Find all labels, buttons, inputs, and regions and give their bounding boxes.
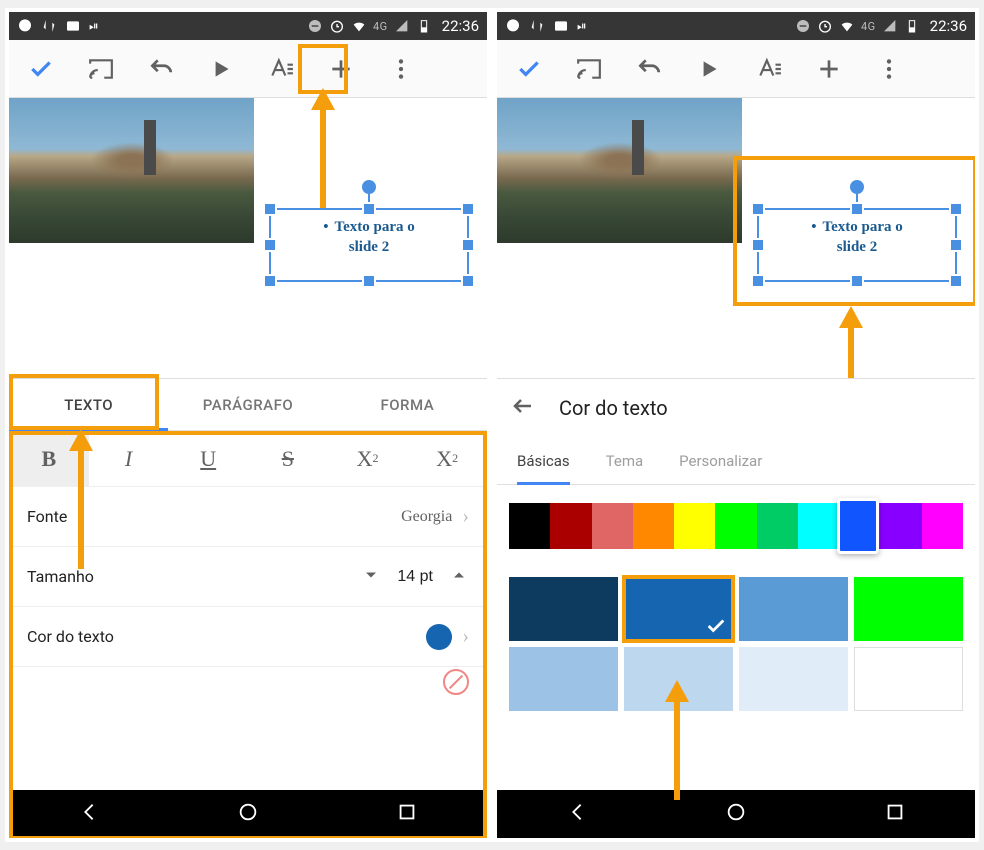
annotation-arrow	[311, 88, 335, 208]
color-swatch[interactable]	[739, 577, 848, 641]
text-format-button[interactable]	[751, 51, 787, 87]
slide-canvas[interactable]: •Texto para o slide 2	[497, 98, 975, 378]
tab-personalizar[interactable]: Personalizar	[679, 437, 762, 484]
confirm-button[interactable]	[23, 51, 59, 87]
strip-marker[interactable]	[837, 498, 879, 554]
system-navbar	[497, 790, 975, 838]
selected-textbox[interactable]: •Texto para o slide 2	[269, 208, 469, 282]
color-swatch[interactable]	[624, 577, 733, 641]
wifi-icon	[839, 18, 855, 34]
slide-image[interactable]	[497, 98, 742, 243]
strip-color[interactable]	[798, 503, 839, 549]
more-button[interactable]	[871, 51, 907, 87]
back-button[interactable]	[566, 801, 588, 827]
strip-color[interactable]	[550, 503, 591, 549]
status-bar: ⏯ 4G 22:36	[497, 12, 975, 40]
app-toolbar	[9, 40, 487, 98]
annotation-highlight	[9, 374, 159, 430]
text-format-button[interactable]	[263, 51, 299, 87]
phone-right: ⏯ 4G 22:36	[497, 12, 975, 838]
slide-canvas[interactable]: •Texto para o slide 2	[9, 98, 487, 378]
rotate-handle[interactable]	[362, 180, 376, 194]
undo-button[interactable]	[631, 51, 667, 87]
slide-image[interactable]	[9, 98, 254, 243]
alarm-icon	[817, 18, 833, 34]
play-button[interactable]	[203, 51, 239, 87]
signal-icon	[882, 18, 898, 34]
undo-button[interactable]	[143, 51, 179, 87]
dnd-icon	[307, 18, 323, 34]
back-arrow-button[interactable]	[511, 394, 535, 423]
color-strip[interactable]	[509, 503, 963, 549]
strip-color[interactable]	[633, 503, 674, 549]
app-toolbar	[497, 40, 975, 98]
strip-color[interactable]	[880, 503, 921, 549]
image-icon	[65, 18, 81, 34]
alarm-icon	[329, 18, 345, 34]
phone-left: ⏯ 4G 22:36	[9, 12, 487, 838]
strip-color[interactable]	[715, 503, 756, 549]
messenger-icon	[505, 18, 521, 34]
battery-icon	[416, 18, 432, 34]
color-swatch[interactable]	[624, 647, 733, 711]
voicemail-icon: ⏯	[89, 19, 99, 34]
strip-color[interactable]	[922, 503, 963, 549]
tab-forma[interactable]: FORMA	[328, 379, 487, 430]
color-swatch[interactable]	[854, 577, 963, 641]
network-label: 4G	[373, 20, 388, 33]
color-panel-header: Cor do texto	[497, 379, 975, 437]
annotation-highlight	[298, 44, 348, 94]
tab-paragrafo[interactable]: PARÁGRAFO	[168, 379, 327, 430]
color-swatch[interactable]	[854, 647, 963, 711]
strip-color[interactable]	[592, 503, 633, 549]
color-tabs: Básicas Tema Personalizar	[497, 437, 975, 485]
more-button[interactable]	[383, 51, 419, 87]
transfer-icon	[529, 18, 545, 34]
confirm-button[interactable]	[511, 51, 547, 87]
color-swatch[interactable]	[509, 647, 618, 711]
voicemail-icon: ⏯	[577, 19, 587, 34]
home-button[interactable]	[725, 801, 747, 827]
image-icon	[553, 18, 569, 34]
tab-basicas[interactable]: Básicas	[517, 437, 570, 484]
wifi-icon	[351, 18, 367, 34]
network-label: 4G	[861, 20, 876, 33]
play-button[interactable]	[691, 51, 727, 87]
annotation-highlight	[9, 431, 487, 838]
color-picker-panel: Cor do texto Básicas Tema Personalizar	[497, 378, 975, 790]
signal-icon	[394, 18, 410, 34]
recent-button[interactable]	[884, 801, 906, 827]
strip-color[interactable]	[674, 503, 715, 549]
textbox-content[interactable]: •Texto para o slide 2	[271, 210, 467, 265]
clock: 22:36	[442, 17, 479, 35]
annotation-highlight	[733, 156, 975, 306]
color-swatch[interactable]	[739, 647, 848, 711]
check-icon	[705, 615, 727, 637]
dnd-icon	[795, 18, 811, 34]
strip-color[interactable]	[509, 503, 550, 549]
swatch-grid	[509, 577, 963, 711]
transfer-icon	[41, 18, 57, 34]
cast-button[interactable]	[571, 51, 607, 87]
battery-icon	[904, 18, 920, 34]
panel-title: Cor do texto	[559, 396, 668, 420]
add-button[interactable]	[811, 51, 847, 87]
format-panel: TEXTO PARÁGRAFO FORMA B I U S X2 X2 Font…	[9, 378, 487, 790]
clock: 22:36	[930, 17, 967, 35]
annotation-arrow	[839, 306, 863, 386]
strip-color[interactable]	[757, 503, 798, 549]
color-swatch[interactable]	[509, 577, 618, 641]
status-bar: ⏯ 4G 22:36	[9, 12, 487, 40]
messenger-icon	[17, 18, 33, 34]
tab-tema[interactable]: Tema	[606, 437, 644, 484]
cast-button[interactable]	[83, 51, 119, 87]
